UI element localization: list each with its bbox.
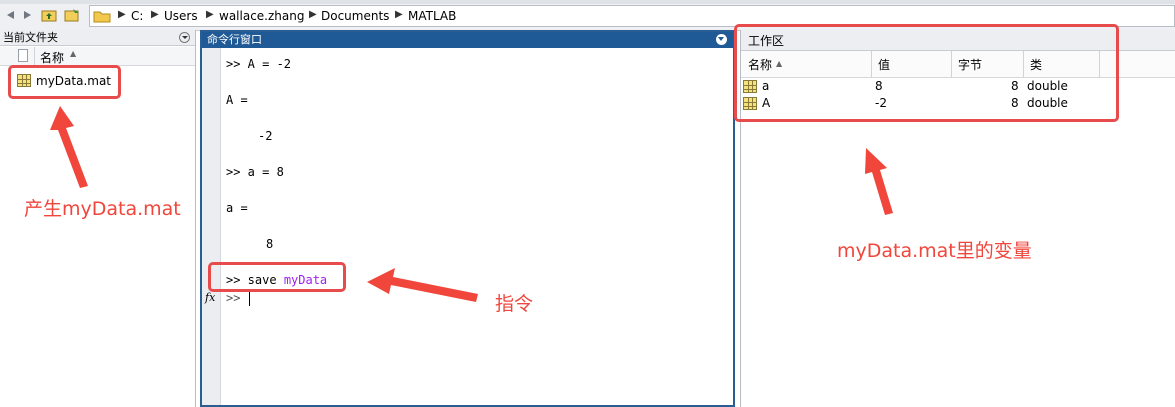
annotation-file: 产生myData.mat [24, 198, 181, 220]
arrow-to-workspace [865, 148, 893, 215]
arrow-to-command [367, 268, 478, 302]
arrow-to-file [50, 106, 88, 188]
annotation-command: 指令 [495, 293, 534, 315]
annotation-workspace: myData.mat里的变量 [837, 240, 1032, 262]
